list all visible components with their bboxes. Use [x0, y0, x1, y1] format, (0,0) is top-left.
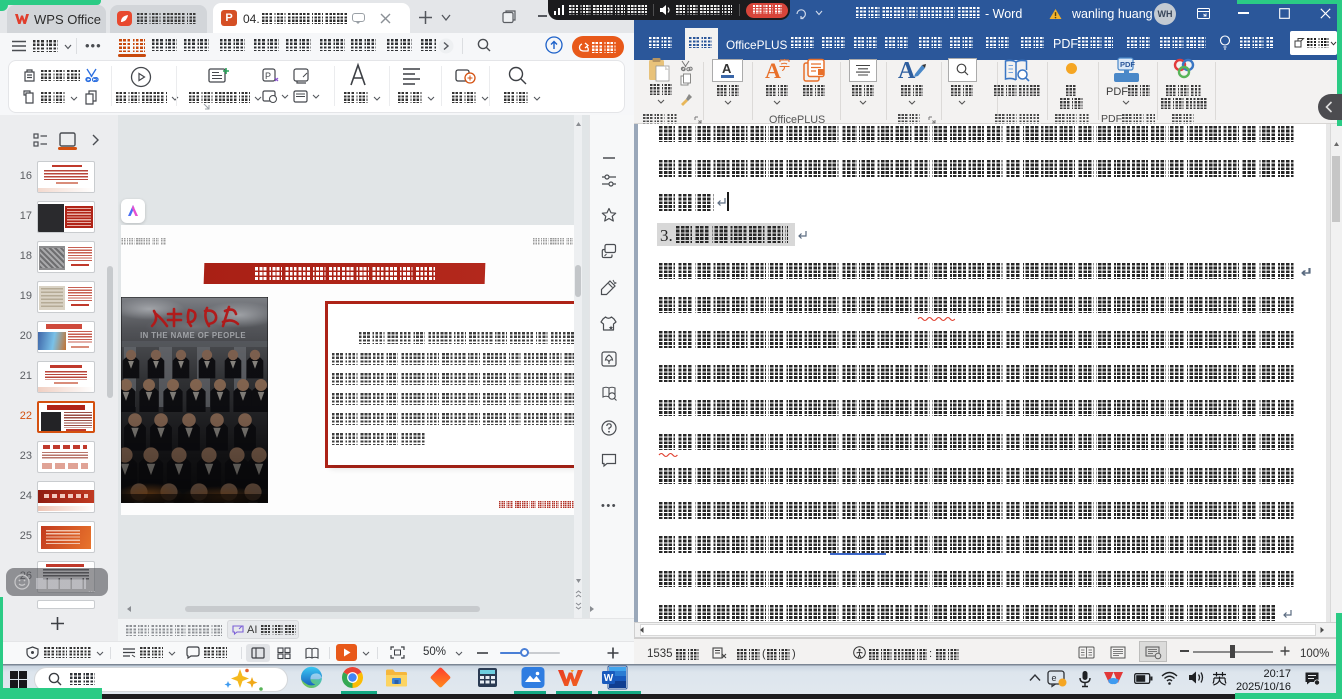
svg-text:W: W: [604, 673, 614, 684]
svg-text:e: e: [1052, 673, 1057, 683]
svg-text:A: A: [898, 58, 916, 84]
svg-text:P: P: [265, 71, 271, 81]
svg-text:A: A: [765, 58, 781, 83]
svg-text:PDF: PDF: [1120, 60, 1135, 69]
